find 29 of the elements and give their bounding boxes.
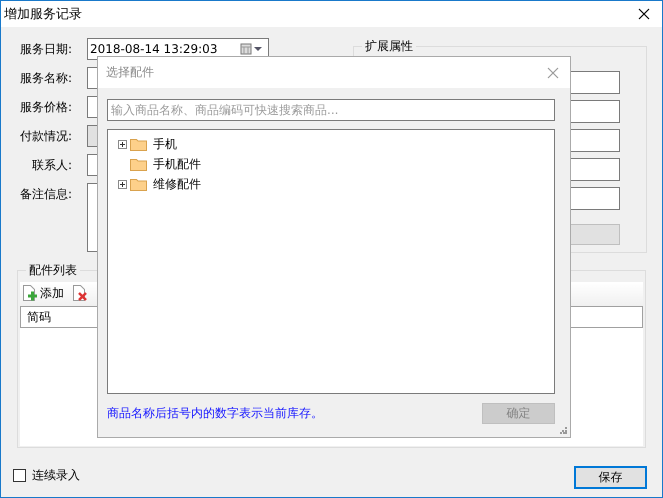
field-label: 备注信息: (18, 186, 72, 203)
tree-item[interactable]: 手机配件 (153, 156, 201, 172)
close-icon[interactable] (638, 8, 650, 20)
folder-icon (130, 137, 147, 151)
resize-grip-icon[interactable] (560, 427, 567, 434)
calendar-dropdown-icon[interactable] (240, 43, 264, 55)
expand-icon[interactable] (118, 140, 127, 148)
field-label: 服务日期: (18, 41, 72, 58)
field-label: 服务价格: (18, 99, 72, 116)
tree-item[interactable]: 维修配件 (153, 176, 201, 192)
delete-button[interactable] (72, 285, 88, 302)
folder-icon (130, 157, 147, 171)
window-title: 增加服务记录 (4, 6, 82, 23)
save-button[interactable]: 保存 (574, 466, 647, 489)
checkbox[interactable] (13, 469, 26, 482)
dialog-title: 选择配件 (106, 64, 154, 81)
expand-icon[interactable] (118, 180, 127, 188)
delete-document-icon (72, 285, 88, 302)
add-button[interactable]: 添加 (22, 285, 64, 302)
search-field[interactable]: 输入商品名称、商品编码可快速搜索商品... (107, 99, 555, 121)
field-label: 付款情况: (18, 128, 72, 145)
stock-hint: 商品名称后括号内的数字表示当前库存。 (107, 405, 323, 422)
add-document-icon (22, 285, 38, 302)
continuous-entry-checkbox[interactable]: 连续录入 (13, 467, 80, 484)
group-title: 配件列表 (26, 262, 80, 279)
field-label: 服务名称: (18, 70, 72, 87)
field-label: 联系人: (30, 157, 72, 174)
group-title: 扩展属性 (362, 38, 416, 55)
tree-item[interactable]: 手机 (153, 136, 177, 152)
